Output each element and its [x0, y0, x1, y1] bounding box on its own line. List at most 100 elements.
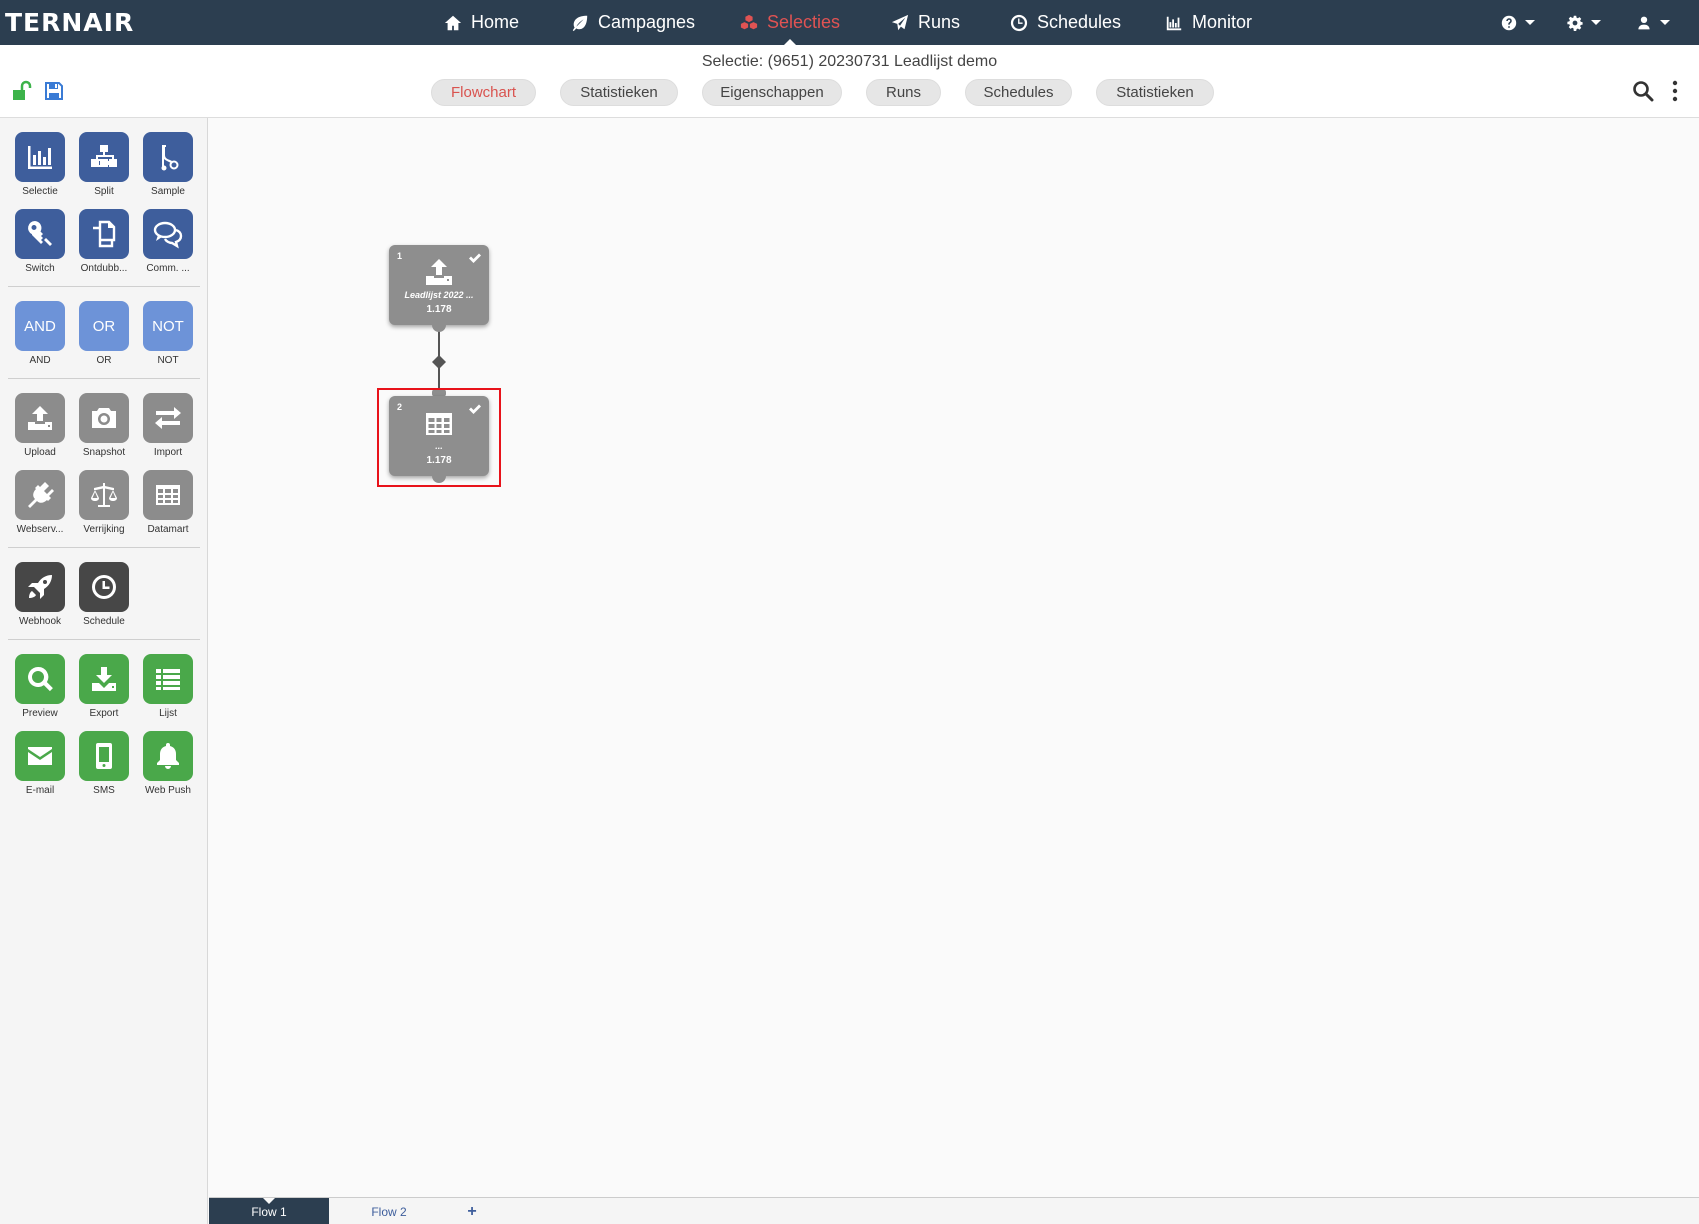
- settings-menu[interactable]: [1567, 0, 1601, 45]
- tool-label: Datamart: [147, 524, 189, 535]
- camera-icon: [92, 408, 116, 428]
- tool-or[interactable]: OR OR: [72, 301, 136, 373]
- add-flow-button[interactable]: +: [462, 1198, 482, 1224]
- nav-monitor-label: Monitor: [1192, 12, 1253, 32]
- tool-sms[interactable]: SMS: [72, 731, 136, 803]
- sitemap-icon: [91, 145, 117, 167]
- user-menu[interactable]: [1636, 0, 1670, 45]
- chevron-down-icon: [1525, 20, 1535, 25]
- selected-node-highlight: [377, 388, 501, 487]
- upload-icon: [426, 259, 452, 285]
- nav-monitor[interactable]: Monitor: [1165, 0, 1252, 45]
- tool-label: Schedule: [83, 616, 125, 627]
- tool-lijst[interactable]: Lijst: [136, 654, 200, 726]
- tool-label: Webserv...: [16, 524, 64, 535]
- tab-statistieken-2[interactable]: Statistieken: [1096, 79, 1214, 106]
- tool-label: Ontdubb...: [80, 263, 128, 274]
- tool-schedule[interactable]: Schedule: [72, 562, 136, 634]
- rocket-icon: [28, 575, 52, 599]
- tool-switch[interactable]: Switch: [8, 209, 72, 281]
- node-1-output-port[interactable]: [432, 318, 446, 332]
- active-tab-caret: [263, 1198, 275, 1204]
- tool-preview[interactable]: Preview: [8, 654, 72, 726]
- tab-statistieken[interactable]: Statistieken: [560, 79, 678, 106]
- node-number: 1: [397, 251, 403, 261]
- chevron-down-icon: [1660, 20, 1670, 25]
- key-icon: [28, 221, 52, 246]
- nav-campagnes[interactable]: Campagnes: [571, 0, 695, 45]
- nav-runs[interactable]: Runs: [891, 0, 960, 45]
- envelope-icon: [28, 747, 52, 765]
- search-icon: [28, 666, 53, 692]
- more-vertical-icon[interactable]: [1667, 80, 1683, 102]
- tool-sample[interactable]: Sample: [136, 132, 200, 204]
- save-icon[interactable]: [43, 80, 65, 102]
- flowchart-canvas[interactable]: 1 Leadlijst 2022 ... 1.178 2 ... 1.178: [209, 119, 1699, 1197]
- tool-not[interactable]: NOT NOT: [136, 301, 200, 373]
- plug-icon: [28, 482, 54, 508]
- nav-schedules-label: Schedules: [1037, 12, 1122, 32]
- tool-snapshot[interactable]: Snapshot: [72, 393, 136, 465]
- toolbox-divider: [8, 547, 200, 548]
- tool-label: OR: [96, 355, 112, 366]
- flow-tab-label: Flow 1: [251, 1204, 287, 1219]
- nav-schedules[interactable]: Schedules: [1010, 0, 1121, 45]
- tool-label: Sample: [151, 186, 185, 197]
- gear-icon: [1567, 15, 1583, 31]
- tool-label: Preview: [22, 708, 58, 719]
- search-icon[interactable]: [1632, 80, 1654, 102]
- flow-tab-2[interactable]: Flow 2: [329, 1198, 449, 1224]
- connector-diamond[interactable]: [432, 355, 446, 369]
- user-icon: [1638, 16, 1650, 29]
- unlock-icon[interactable]: [10, 80, 32, 102]
- tool-email[interactable]: E-mail: [8, 731, 72, 803]
- help-menu[interactable]: [1501, 0, 1535, 45]
- tab-flowchart[interactable]: Flowchart: [431, 79, 536, 106]
- selection-header: Selectie: (9651) 20230731 Leadlijst demo…: [0, 45, 1699, 118]
- clock-icon: [92, 575, 116, 599]
- help-icon: [1501, 15, 1517, 30]
- tool-label: AND: [29, 355, 51, 366]
- tool-communicatie[interactable]: Comm. ...: [136, 209, 200, 281]
- toolbox-sidebar: Selectie Split Sample Switch Ontdubb... …: [0, 118, 208, 1224]
- tool-selectie[interactable]: Selectie: [8, 132, 72, 204]
- tool-split[interactable]: Split: [72, 132, 136, 204]
- tool-and[interactable]: AND AND: [8, 301, 72, 373]
- flow-node-1[interactable]: 1 Leadlijst 2022 ... 1.178: [389, 245, 489, 325]
- list-icon: [156, 669, 180, 690]
- tab-schedules[interactable]: Schedules: [965, 79, 1072, 106]
- tool-verrijking[interactable]: Verrijking: [72, 470, 136, 542]
- tool-label: Switch: [25, 263, 55, 274]
- leaf-icon: [572, 15, 588, 31]
- flow-tab-1[interactable]: Flow 1: [209, 1198, 329, 1224]
- node-name: Leadlijst 2022 ...: [404, 290, 474, 300]
- node-count: 1.178: [426, 304, 452, 315]
- tool-label: Upload: [24, 447, 56, 458]
- bar-chart-icon: [28, 146, 52, 169]
- tool-label: E-mail: [25, 785, 55, 796]
- tool-webhook[interactable]: Webhook: [8, 562, 72, 634]
- tool-webservice[interactable]: Webserv...: [8, 470, 72, 542]
- comments-icon: [153, 221, 183, 249]
- tool-upload[interactable]: Upload: [8, 393, 72, 465]
- tool-label: Web Push: [145, 785, 191, 796]
- clock-icon: [1010, 14, 1028, 31]
- tool-label: Comm. ...: [146, 263, 190, 274]
- nav-home[interactable]: Home: [444, 0, 519, 45]
- tool-export[interactable]: Export: [72, 654, 136, 726]
- toolbox-divider: [8, 286, 200, 287]
- tool-import[interactable]: Import: [136, 393, 200, 465]
- tool-label: Export: [89, 708, 119, 719]
- tool-label: Snapshot: [82, 447, 126, 458]
- toolbox-divider: [8, 639, 200, 640]
- nav-home-label: Home: [471, 12, 520, 32]
- tab-eigenschappen[interactable]: Eigenschappen: [702, 79, 842, 106]
- tool-datamart[interactable]: Datamart: [136, 470, 200, 542]
- tool-label: NOT: [157, 355, 179, 366]
- tool-ontdubbelen[interactable]: Ontdubb...: [72, 209, 136, 281]
- bell-icon: [157, 743, 179, 769]
- balance-scale-icon: [91, 483, 117, 507]
- tool-web-push[interactable]: Web Push: [136, 731, 200, 803]
- tab-runs[interactable]: Runs: [866, 79, 941, 106]
- nav-selecties[interactable]: Selecties: [740, 0, 840, 45]
